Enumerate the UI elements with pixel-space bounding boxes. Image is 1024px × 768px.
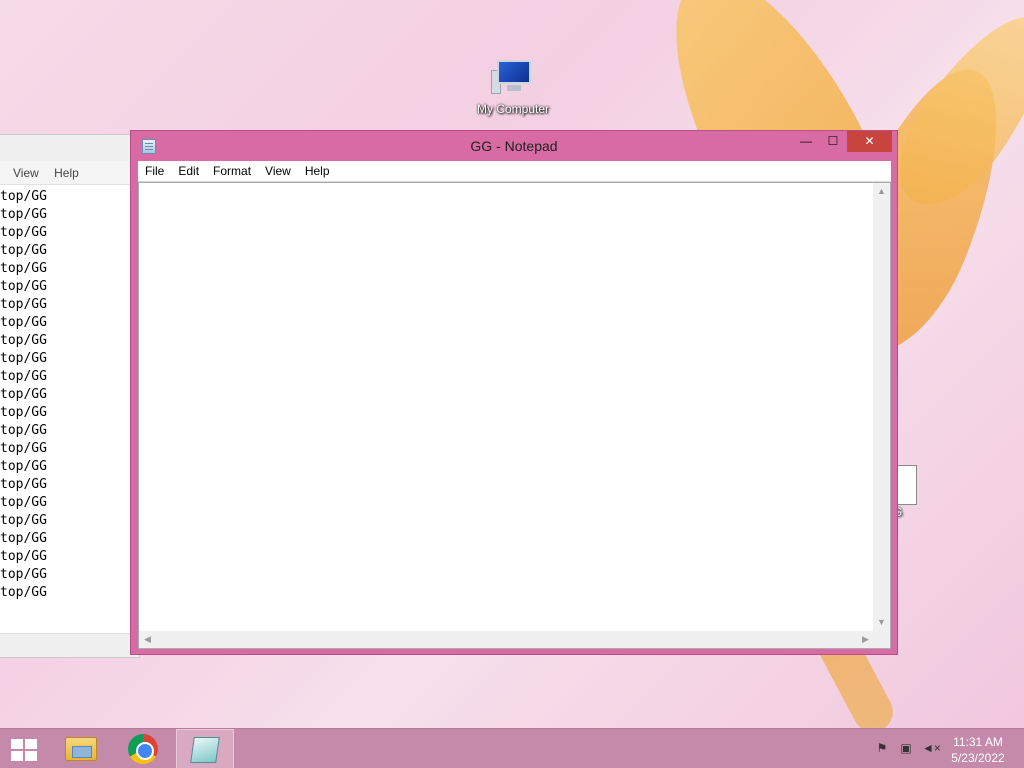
text-line: top/GG [0, 207, 47, 222]
text-file-icon [895, 465, 917, 505]
background-notepad-window[interactable]: View Help top/GG top/GG top/GG top/GG to… [0, 134, 140, 658]
taskbar-file-explorer[interactable] [52, 729, 110, 768]
text-line: top/GG [0, 243, 47, 258]
desktop-icon-my-computer[interactable]: My Computer [470, 58, 556, 116]
text-line: top/GG [0, 315, 47, 330]
scroll-left-icon[interactable]: ◀ [139, 631, 156, 648]
text-line: top/GG [0, 261, 47, 276]
windows-logo-icon [11, 739, 37, 761]
menu-help[interactable]: Help [54, 166, 79, 180]
menu-view[interactable]: View [258, 161, 298, 178]
maximize-button[interactable]: ☐ [821, 131, 845, 152]
action-center-flag-icon[interactable]: ⚑ [874, 741, 890, 757]
window-title: GG - Notepad [470, 138, 558, 154]
file-explorer-icon [65, 737, 97, 761]
text-line: top/GG [0, 513, 47, 528]
text-editor: ▲ ▼ ◀ ▶ [138, 182, 891, 649]
notepad-window[interactable]: GG - Notepad — ☐ ✕ File Edit Format View Hel… [130, 130, 898, 655]
horizontal-scrollbar[interactable]: ◀ ▶ [139, 631, 874, 648]
computer-icon [491, 58, 535, 98]
network-icon[interactable]: ▣ [898, 741, 914, 757]
text-line: top/GG [0, 531, 47, 546]
text-line: top/GG [0, 189, 47, 204]
text-content[interactable]: top/GG top/GG top/GG top/GG top/GG top/G… [0, 185, 139, 602]
text-area[interactable] [139, 183, 874, 631]
scroll-down-icon[interactable]: ▼ [873, 614, 890, 631]
text-line: top/GG [0, 423, 47, 438]
text-line: top/GG [0, 225, 47, 240]
clock-date: 5/23/2022 [951, 751, 1005, 765]
chrome-icon [128, 734, 158, 764]
horizontal-scrollbar[interactable] [0, 633, 139, 657]
text-line: top/GG [0, 567, 47, 582]
text-line: top/GG [0, 477, 47, 492]
clock-time: 11:31 AM [953, 735, 1003, 749]
text-line: top/GG [0, 459, 47, 474]
resize-grip-icon[interactable] [873, 631, 890, 648]
scroll-up-icon[interactable]: ▲ [873, 183, 890, 200]
close-button[interactable]: ✕ [847, 131, 892, 152]
menu-view[interactable]: View [13, 166, 39, 180]
text-line: top/GG [0, 333, 47, 348]
scroll-right-icon[interactable]: ▶ [857, 631, 874, 648]
menu-format[interactable]: Format [206, 161, 258, 178]
text-line: top/GG [0, 549, 47, 564]
taskbar: ⚑ ▣ ◄× 11:31 AM 5/23/2022 [0, 728, 1024, 768]
text-line: top/GG [0, 297, 47, 312]
menu-help[interactable]: Help [298, 161, 337, 178]
menu-bar: View Help [0, 161, 139, 185]
window-titlebar[interactable] [0, 135, 139, 161]
text-line: top/GG [0, 279, 47, 294]
vertical-scrollbar[interactable]: ▲ ▼ [873, 183, 890, 631]
menu-edit[interactable]: Edit [171, 161, 206, 178]
window-titlebar[interactable]: GG - Notepad — ☐ ✕ [131, 131, 897, 161]
menu-bar: File Edit Format View Help [138, 161, 891, 182]
taskbar-notepad[interactable] [176, 729, 234, 768]
start-button[interactable] [0, 729, 48, 768]
clock[interactable]: 11:31 AM 5/23/2022 [948, 734, 1008, 766]
minimize-button[interactable]: — [795, 131, 817, 152]
text-line: top/GG [0, 495, 47, 510]
text-line: top/GG [0, 387, 47, 402]
text-line: top/GG [0, 369, 47, 384]
text-line: top/GG [0, 351, 47, 366]
text-line: top/GG [0, 585, 47, 600]
taskbar-chrome[interactable] [114, 729, 172, 768]
menu-file[interactable]: File [138, 161, 171, 178]
text-line: top/GG [0, 405, 47, 420]
volume-muted-icon[interactable]: ◄× [922, 741, 941, 757]
text-line: top/GG [0, 441, 47, 456]
notepad-icon [190, 737, 220, 763]
desktop-icon-label: My Computer [476, 102, 550, 116]
